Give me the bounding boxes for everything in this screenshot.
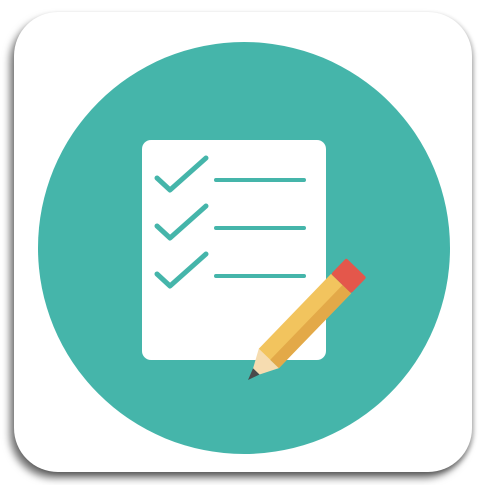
app-icon-canvas <box>0 0 485 485</box>
checklist-illustration <box>38 42 450 454</box>
